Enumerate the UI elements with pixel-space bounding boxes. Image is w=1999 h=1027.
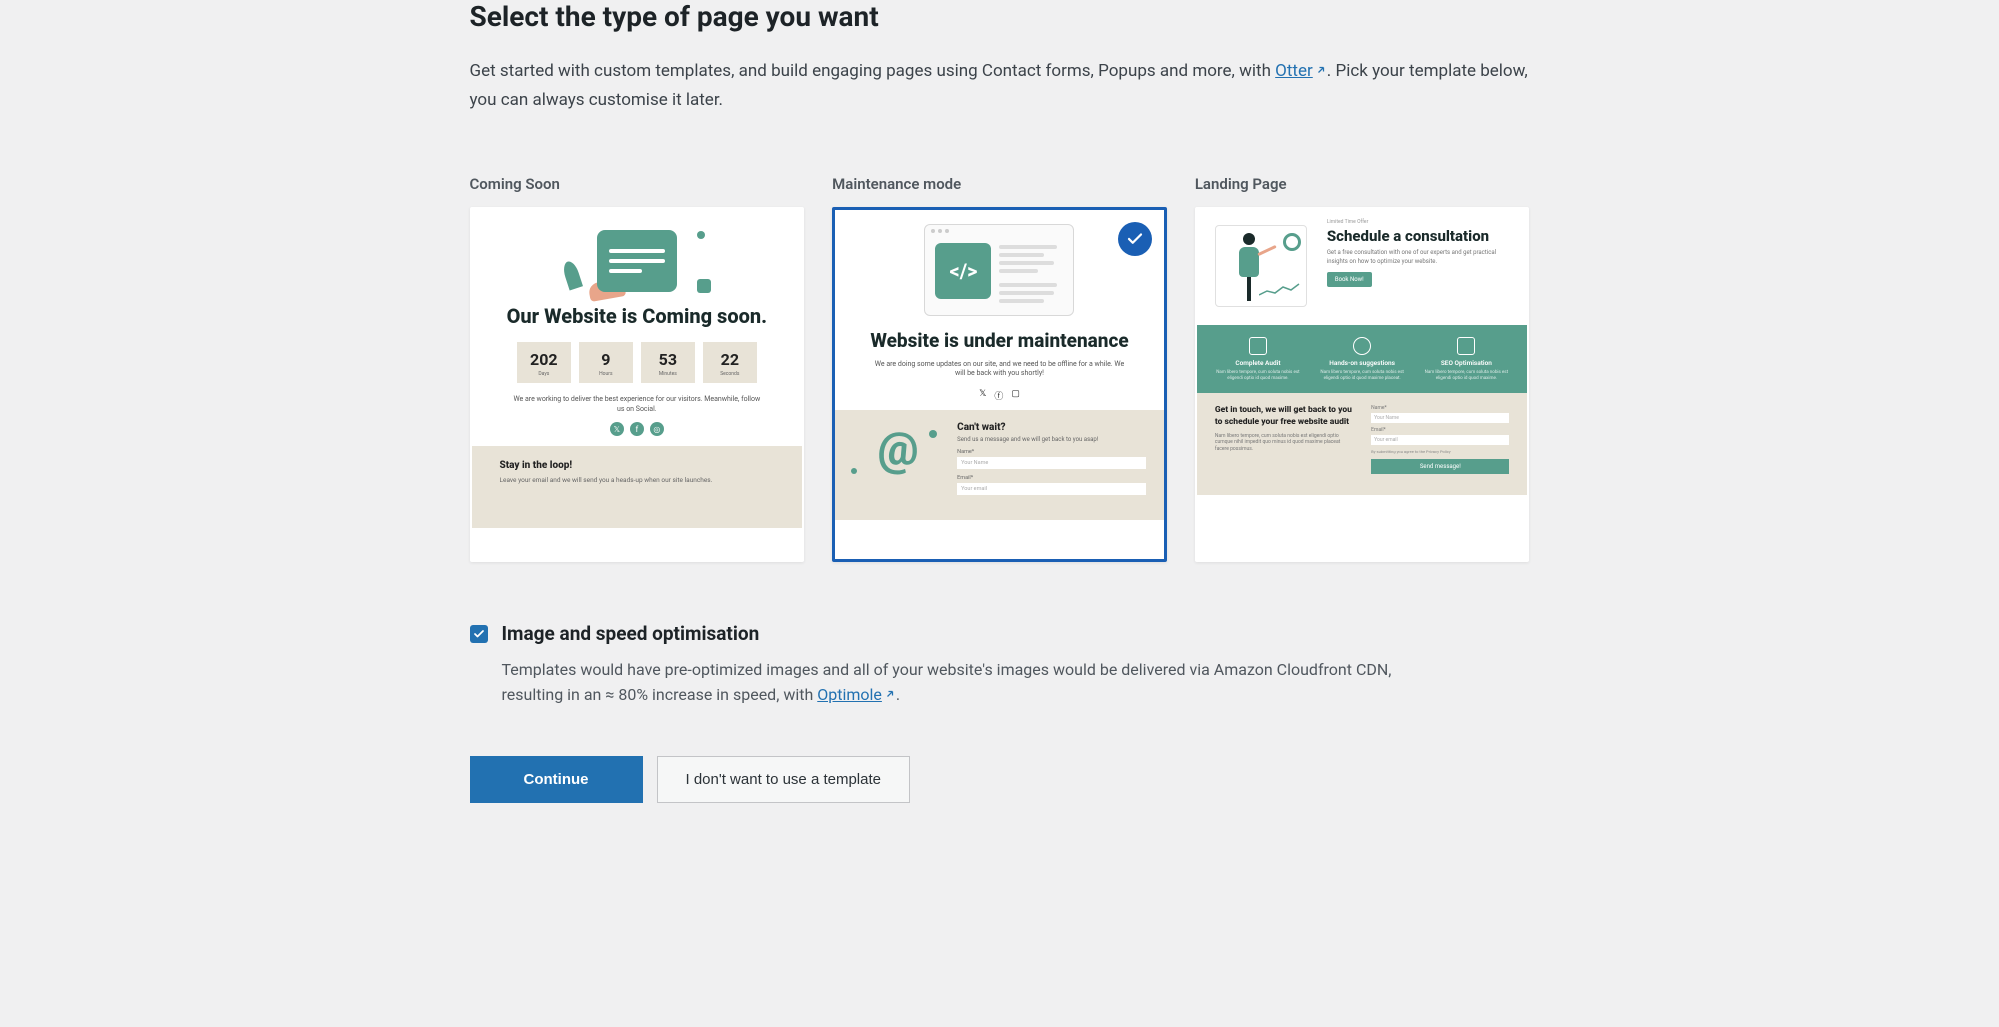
at-symbol-illustration: @ bbox=[853, 422, 943, 476]
external-link-icon bbox=[1315, 64, 1327, 76]
template-card-landing[interactable]: Limited Time Offer Schedule a consultati… bbox=[1195, 207, 1530, 562]
facebook-icon: f bbox=[630, 422, 644, 436]
optimole-link[interactable]: Optimole bbox=[817, 685, 896, 704]
template-maintenance: Maintenance mode </> Website is under ma… bbox=[832, 175, 1167, 562]
optimisation-description: Templates would have pre-optimized image… bbox=[502, 657, 1442, 708]
page-title: Select the type of page you want bbox=[470, 0, 1530, 33]
cs-note: We are working to deliver the best exper… bbox=[486, 395, 789, 415]
mm-note: We are doing some updates on our site, a… bbox=[849, 360, 1150, 380]
template-landing: Landing Page Limited Time Offer Schedule… bbox=[1195, 175, 1530, 562]
skip-template-button[interactable]: I don't want to use a template bbox=[657, 756, 910, 803]
mm-socials: 𝕏 ⓕ ▢ bbox=[849, 389, 1150, 402]
lp-illustration bbox=[1215, 219, 1313, 313]
cs-loop-sub: Leave your email and we will send you a … bbox=[500, 476, 775, 485]
optimisation-title: Image and speed optimisation bbox=[502, 622, 760, 645]
twitter-icon: 𝕏 bbox=[610, 422, 624, 436]
external-link-icon bbox=[884, 688, 896, 700]
twitter-icon: 𝕏 bbox=[979, 389, 986, 402]
cs-countdown: 202Days 9Hours 53Minutes 22Seconds bbox=[486, 342, 789, 383]
lp-cta: Book Now! bbox=[1327, 272, 1372, 287]
code-icon: </> bbox=[935, 243, 991, 299]
lp-features: Complete AuditNam libero tempore, cum so… bbox=[1197, 325, 1528, 394]
bar-chart-icon bbox=[1457, 337, 1475, 355]
clipboard-icon bbox=[1249, 337, 1267, 355]
instagram-icon: ▢ bbox=[1011, 389, 1020, 402]
cs-socials: 𝕏 f ◎ bbox=[486, 422, 789, 436]
cs-preview-title: Our Website is Coming soon. bbox=[486, 305, 789, 328]
template-label-maintenance: Maintenance mode bbox=[832, 175, 1167, 193]
selected-check-icon bbox=[1118, 222, 1152, 256]
intro-text: Get started with custom templates, and b… bbox=[470, 57, 1530, 115]
intro-before: Get started with custom templates, and b… bbox=[470, 61, 1276, 81]
instagram-icon: ◎ bbox=[650, 422, 664, 436]
template-label-coming-soon: Coming Soon bbox=[470, 175, 805, 193]
optimisation-checkbox[interactable] bbox=[470, 625, 488, 643]
coming-soon-illustration bbox=[486, 225, 789, 297]
lightbulb-icon bbox=[1353, 337, 1371, 355]
template-coming-soon: Coming Soon Our Website is Coming soon. … bbox=[470, 175, 805, 562]
lp-preview-title: Schedule a consultation bbox=[1327, 228, 1510, 245]
mm-preview-title: Website is under maintenance bbox=[849, 330, 1150, 352]
mm-cant-wait: Can't wait? bbox=[957, 422, 1146, 433]
continue-button[interactable]: Continue bbox=[470, 756, 643, 803]
otter-link[interactable]: Otter bbox=[1275, 61, 1327, 81]
facebook-icon: ⓕ bbox=[994, 389, 1003, 402]
cs-loop-title: Stay in the loop! bbox=[500, 460, 775, 471]
mm-sub: Send us a message and we will get back t… bbox=[957, 436, 1146, 443]
template-card-maintenance[interactable]: </> Website is under maintenance We are … bbox=[832, 207, 1167, 562]
mm-browser-illustration: </> bbox=[924, 224, 1074, 316]
otter-link-text: Otter bbox=[1275, 61, 1313, 81]
template-grid: Coming Soon Our Website is Coming soon. … bbox=[470, 175, 1530, 562]
template-card-coming-soon[interactable]: Our Website is Coming soon. 202Days 9Hou… bbox=[470, 207, 805, 562]
template-label-landing: Landing Page bbox=[1195, 175, 1530, 193]
